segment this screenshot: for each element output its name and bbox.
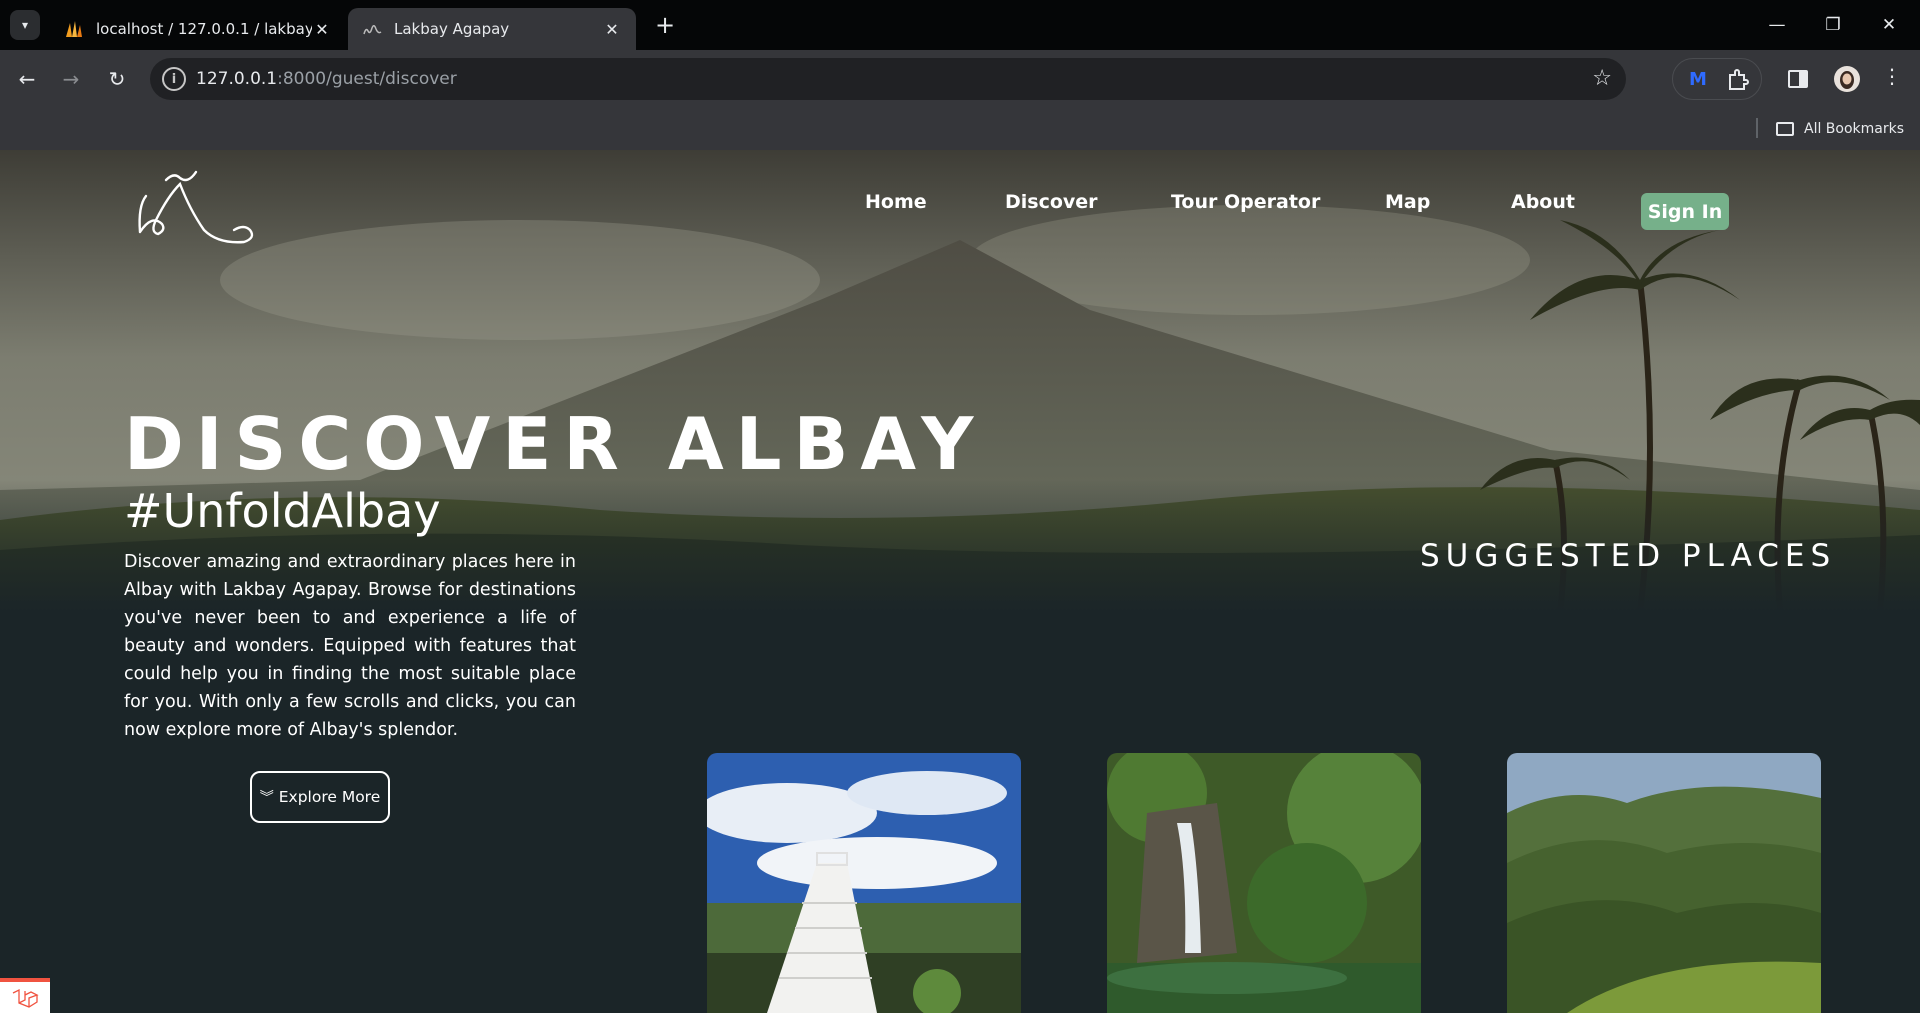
forward-icon[interactable]: →	[56, 64, 86, 94]
tab-title: Lakbay Agapay	[394, 20, 510, 38]
side-panel-icon[interactable]	[1788, 70, 1808, 88]
all-bookmarks-label: All Bookmarks	[1804, 121, 1905, 137]
browser-toolbar: ← → ↻ i 127.0.0.1:8000/guest/discover ☆ …	[0, 50, 1920, 108]
close-icon[interactable]: ✕	[1866, 10, 1912, 40]
tab-title: localhost / 127.0.0.1 / lakbay_ag	[96, 20, 312, 38]
laravel-debugbar-badge[interactable]	[0, 978, 50, 1013]
lakbay-favicon	[363, 25, 382, 35]
all-bookmarks-button[interactable]: All Bookmarks	[1776, 116, 1904, 142]
star-icon[interactable]: ☆	[1592, 66, 1612, 91]
lakbay-logo[interactable]	[132, 166, 256, 254]
url-text[interactable]: 127.0.0.1:8000/guest/discover	[196, 69, 457, 89]
explore-more-button[interactable]: ︾ Explore More	[250, 771, 390, 823]
bookmarks-bar: All Bookmarks	[0, 108, 1920, 150]
nav-tour-operator[interactable]: Tour Operator	[1171, 186, 1320, 218]
place-image-waterfall	[1107, 753, 1421, 1013]
reload-icon[interactable]: ↻	[102, 64, 132, 94]
suggested-places-title: SUGGESTED PLACES	[1420, 538, 1837, 574]
nav-about[interactable]: About	[1511, 186, 1575, 218]
hero-title: DISCOVER ALBAY	[124, 402, 986, 486]
place-card[interactable]	[1107, 753, 1421, 1013]
laravel-icon	[12, 988, 39, 1008]
menu-icon[interactable]: ⋮	[1880, 64, 1904, 88]
url-path: :8000/guest/discover	[277, 69, 457, 89]
site-info-icon[interactable]: i	[162, 67, 186, 91]
place-card[interactable]	[1507, 753, 1821, 1013]
place-card[interactable]	[707, 753, 1021, 1013]
minimize-icon[interactable]: —	[1754, 10, 1800, 40]
bookmarks-separator	[1756, 118, 1758, 138]
extension-icon[interactable]: M	[1687, 69, 1709, 90]
browser-tab-phpmyadmin[interactable]: localhost / 127.0.0.1 / lakbay_ag ✕	[50, 8, 346, 50]
pma-favicon	[66, 21, 82, 37]
close-icon[interactable]: ✕	[312, 20, 332, 39]
avatar[interactable]	[1834, 66, 1860, 92]
extension-icon[interactable]	[1725, 67, 1751, 93]
url-host: 127.0.0.1	[196, 69, 278, 89]
place-image-hills	[1507, 753, 1821, 1013]
back-icon[interactable]: ←	[12, 64, 42, 94]
extensions-group: M	[1672, 58, 1762, 100]
chevron-double-down-icon: ︾	[259, 790, 274, 806]
sign-in-button[interactable]: Sign In	[1641, 193, 1729, 230]
browser-tab-lakbay[interactable]: Lakbay Agapay ✕	[348, 8, 636, 50]
explore-more-label: Explore More	[278, 788, 381, 806]
hero-subtitle: #UnfoldAlbay	[124, 484, 441, 538]
nav-home[interactable]: Home	[865, 186, 927, 218]
plus-icon[interactable]: +	[650, 10, 680, 40]
restore-icon[interactable]: ❐	[1810, 10, 1856, 40]
tab-search-icon[interactable]: ▾	[10, 10, 40, 40]
folder-icon	[1776, 122, 1794, 136]
address-bar[interactable]: i 127.0.0.1:8000/guest/discover ☆	[150, 58, 1626, 100]
intro-paragraph: Discover amazing and extraordinary place…	[124, 552, 576, 740]
nav-map[interactable]: Map	[1385, 186, 1430, 218]
nav-discover[interactable]: Discover	[1005, 186, 1098, 218]
place-image-stairs	[707, 753, 1021, 1013]
browser-tab-bar: ▾ localhost / 127.0.0.1 / lakbay_ag ✕ La…	[0, 0, 1920, 50]
close-icon[interactable]: ✕	[602, 20, 622, 39]
